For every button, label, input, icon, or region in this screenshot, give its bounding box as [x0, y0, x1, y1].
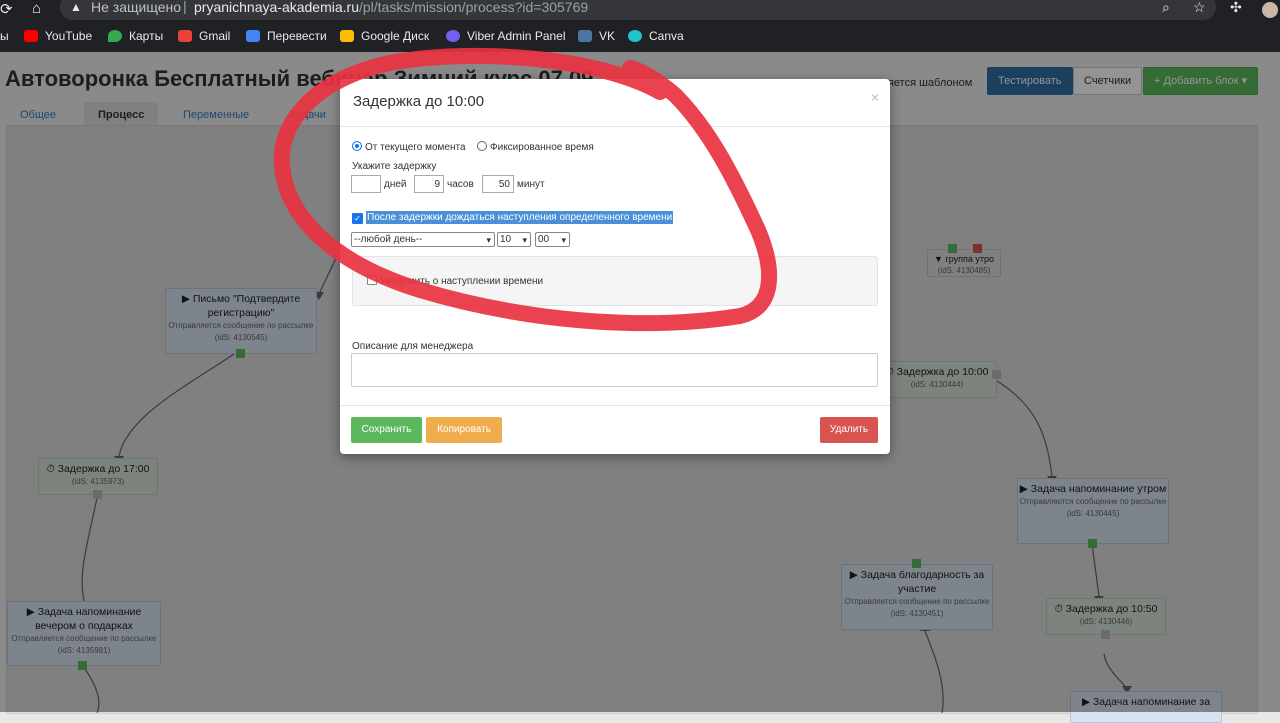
days-input[interactable] — [351, 175, 381, 193]
security-label[interactable]: Не защищено — [91, 0, 181, 15]
bookmark-label: ы — [0, 29, 9, 43]
bookmark-translate[interactable]: Перевести — [246, 29, 327, 43]
bookmark-maps[interactable]: Карты — [108, 29, 163, 43]
hours-input[interactable]: 9 — [414, 175, 444, 193]
days-label: дней — [384, 179, 407, 190]
chevron-down-icon: ▾ — [522, 235, 527, 245]
save-button[interactable]: Сохранить — [351, 417, 422, 443]
bookmark-google-drive[interactable]: Google Диск — [340, 29, 429, 43]
modal-header: Задержка до 10:00 × — [340, 79, 890, 127]
bookmark-label: YouTube — [45, 29, 93, 43]
minutes-label: минут — [517, 179, 545, 190]
bookmark-gmail[interactable]: Gmail — [178, 29, 230, 43]
google-drive-icon — [340, 30, 354, 42]
minutes-input[interactable]: 50 — [482, 175, 514, 193]
chevron-down-icon: ▾ — [561, 235, 566, 245]
notify-checkbox[interactable]: Уведомить о наступлении времени — [367, 275, 543, 287]
bookmark-label: Gmail — [199, 29, 231, 43]
close-icon[interactable]: × — [871, 89, 879, 105]
canva-icon — [628, 30, 642, 42]
home-icon[interactable]: ⌂ — [32, 0, 41, 17]
gmail-icon — [178, 30, 192, 42]
radio-fixed-time[interactable]: Фиксированное время — [477, 141, 594, 153]
minute-select[interactable]: 00 ▾ — [535, 232, 570, 247]
bookmarks-bar: ы YouTube Карты Gmail Перевести Google Д… — [0, 22, 1280, 52]
delay-label: Укажите задержку — [352, 161, 437, 172]
delay-settings-modal: Задержка до 10:00 × От текущего момента … — [340, 79, 890, 454]
bookmark-star-icon[interactable]: ☆ — [1193, 0, 1206, 16]
copy-button[interactable]: Копировать — [426, 417, 502, 443]
wait-time-checkbox[interactable]: ✓ После задержки дождаться наступления оп… — [352, 211, 674, 224]
zoom-icon[interactable]: ⌕ — [1162, 0, 1170, 16]
bookmark-label: Карты — [129, 29, 164, 43]
bookmark-viber[interactable]: Viber Admin Panel — [446, 29, 566, 43]
bookmark-label: Viber Admin Panel — [467, 29, 566, 43]
manager-desc-label: Описание для менеджера — [352, 341, 474, 352]
youtube-icon — [24, 30, 38, 42]
checkbox-label: После задержки дождаться наступления опр… — [366, 211, 674, 224]
checkbox-icon — [367, 275, 377, 285]
radio-label: От текущего момента — [365, 142, 466, 153]
viber-icon — [446, 30, 460, 42]
checkmark-icon: ✓ — [352, 213, 363, 224]
manager-desc-textarea[interactable] — [351, 353, 878, 387]
url-domain: pryanichnaya-akademia.ru — [194, 0, 359, 15]
delete-button[interactable]: Удалить — [820, 417, 878, 443]
warning-icon[interactable]: ▲ — [70, 0, 82, 14]
url-separator: | — [183, 0, 187, 14]
hours-label: часов — [447, 179, 474, 190]
browser-address-bar: ⟳ ⌂ ▲ Не защищено | pryanichnaya-akademi… — [0, 0, 1280, 22]
select-value: 00 — [538, 234, 550, 245]
radio-label: Фиксированное время — [490, 142, 594, 153]
url-path: /pl/tasks/mission/process?id=305769 — [358, 0, 589, 15]
select-value: --любой день-- — [354, 234, 423, 245]
bookmark-label: VK — [599, 29, 616, 43]
hour-select[interactable]: 10 ▾ — [497, 232, 531, 247]
radio-icon — [352, 141, 362, 151]
bookmark-vk[interactable]: VK — [578, 29, 615, 43]
notify-panel: Уведомить о наступлении времени — [352, 256, 878, 306]
modal-title: Задержка до 10:00 — [353, 93, 485, 110]
radio-icon — [477, 141, 487, 151]
translate-icon — [246, 30, 260, 42]
bookmark-canva[interactable]: Canva — [628, 29, 684, 43]
modal-footer — [340, 405, 890, 406]
url-text[interactable]: pryanichnaya-akademia.ru/pl/tasks/missio… — [194, 0, 588, 15]
select-value: 10 — [500, 234, 512, 245]
chevron-down-icon: ▾ — [486, 235, 491, 245]
profile-avatar[interactable] — [1262, 2, 1278, 18]
bookmark-truncated[interactable]: ы — [0, 29, 9, 43]
maps-icon — [108, 30, 122, 42]
day-select[interactable]: --любой день-- ▾ — [351, 232, 495, 247]
bookmark-youtube[interactable]: YouTube — [24, 29, 92, 43]
extensions-icon[interactable]: ✣ — [1230, 0, 1242, 16]
vk-icon — [578, 30, 592, 42]
reload-icon[interactable]: ⟳ — [0, 0, 13, 18]
bookmark-label: Google Диск — [361, 29, 430, 43]
bookmark-label: Canva — [649, 29, 684, 43]
bookmark-label: Перевести — [267, 29, 327, 43]
radio-current-moment[interactable]: От текущего момента — [352, 141, 466, 153]
checkbox-label: Уведомить о наступлении времени — [380, 276, 544, 287]
